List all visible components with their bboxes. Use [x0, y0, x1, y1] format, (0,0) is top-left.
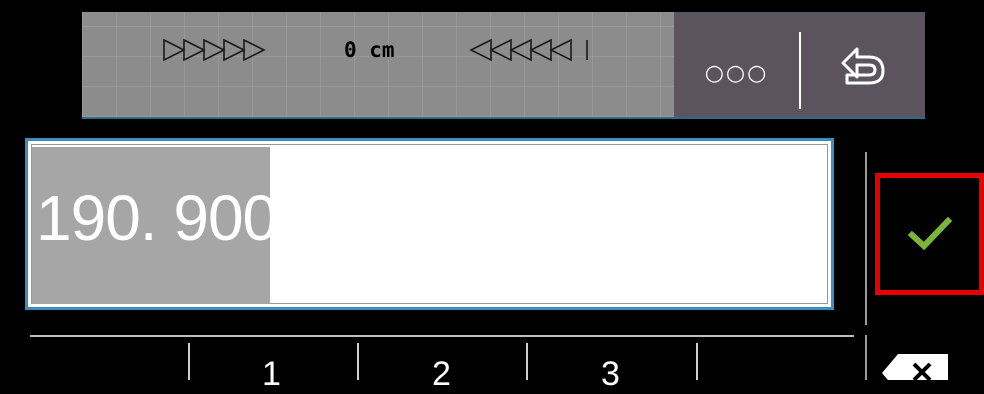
backward-arrows-icon — [469, 38, 588, 62]
undo-button[interactable] — [801, 12, 925, 117]
key-1[interactable]: 1 — [262, 355, 281, 394]
value-text: 190. 9000 — [36, 182, 313, 254]
keypad-top-border — [30, 335, 854, 337]
nudge-forward-arrows[interactable] — [162, 36, 282, 64]
grid-background — [82, 12, 674, 117]
key-separator — [526, 343, 528, 380]
toolbar-actions: ○○○ — [674, 12, 925, 117]
more-options-button[interactable]: ○○○ — [674, 12, 799, 117]
value-input[interactable]: 190. 9000 — [25, 138, 834, 310]
checkmark-icon — [907, 217, 952, 251]
key-separator — [696, 343, 698, 380]
nudge-backward-arrows[interactable] — [469, 36, 591, 64]
key-3[interactable]: 3 — [601, 355, 620, 394]
distance-readout: 0 cm — [344, 38, 395, 62]
undo-icon — [841, 47, 885, 84]
key-2[interactable]: 2 — [432, 355, 451, 394]
key-separator — [357, 343, 359, 380]
nudge-toolbar: 0 cm ○○○ — [82, 12, 925, 119]
confirm-button[interactable] — [875, 173, 984, 295]
backspace-button[interactable] — [880, 352, 950, 392]
forward-arrows-icon — [163, 38, 266, 62]
keypad-divider — [865, 152, 867, 325]
more-options-label: ○○○ — [704, 61, 769, 86]
backspace-icon — [882, 354, 948, 392]
keypad-divider-lower — [865, 335, 867, 380]
key-separator — [188, 343, 190, 380]
